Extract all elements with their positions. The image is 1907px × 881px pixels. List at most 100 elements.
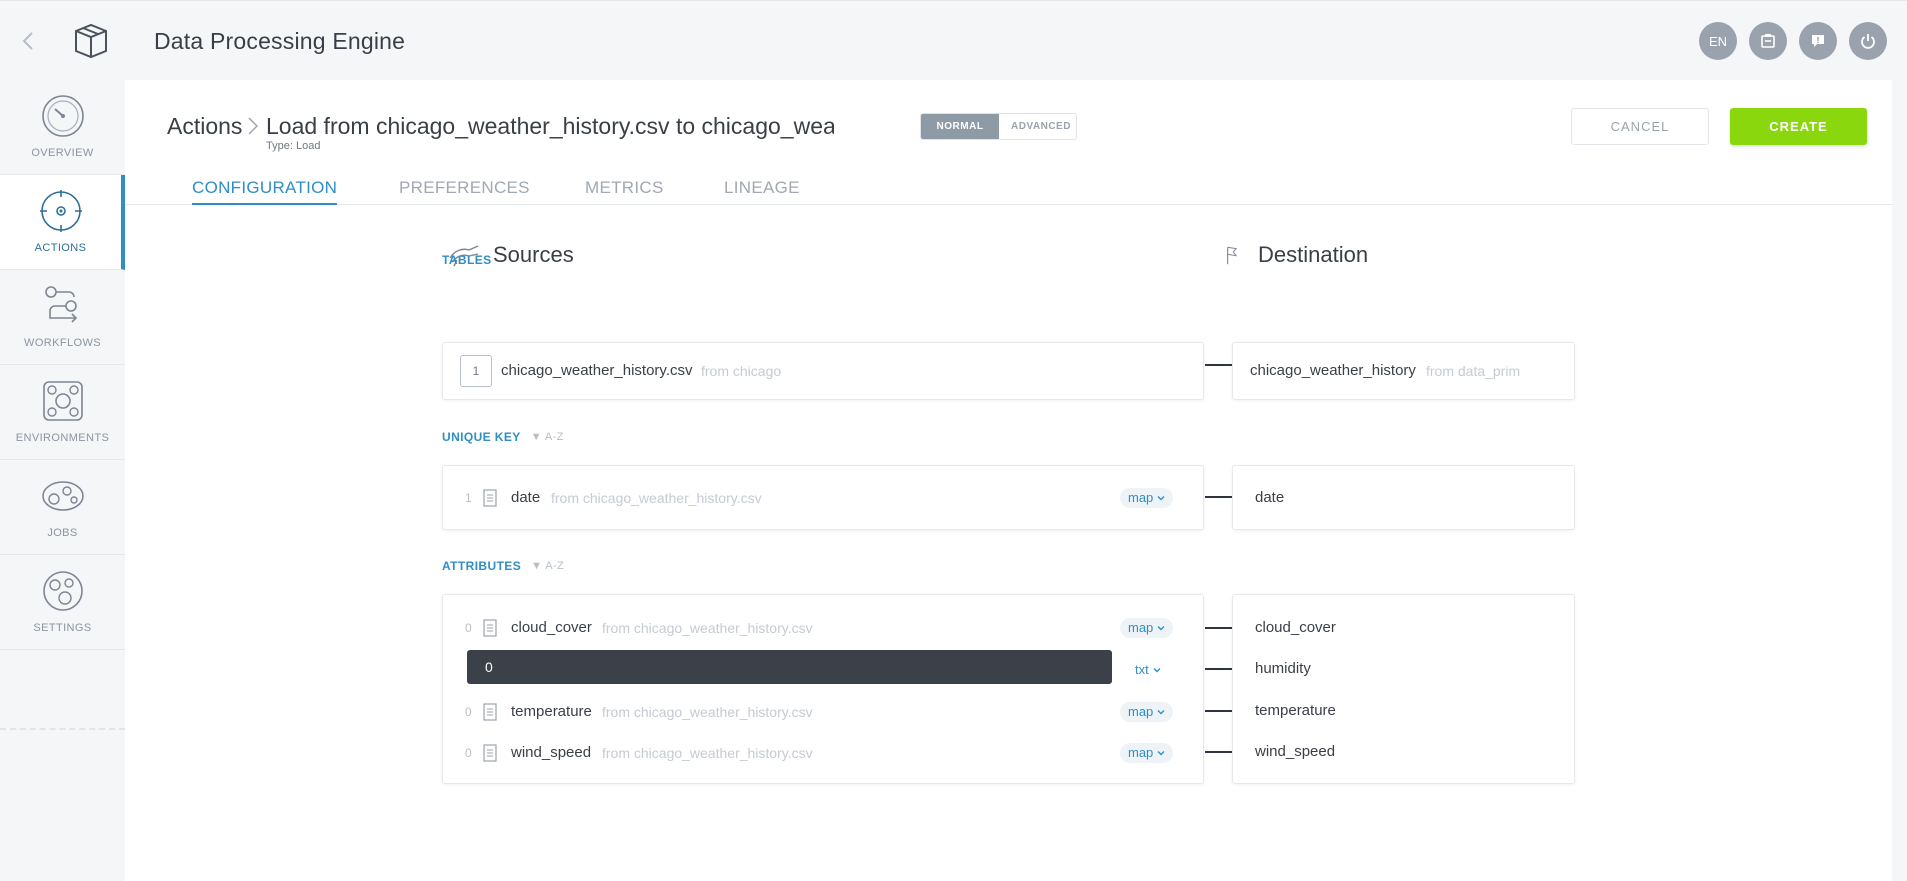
attributes-destination-card: cloud_cover humidity temperature wind_sp… bbox=[1232, 594, 1575, 784]
clipboard-button[interactable] bbox=[1749, 22, 1787, 60]
unique-key-sort[interactable]: ▼ A-Z bbox=[531, 431, 564, 443]
chevron-down-icon bbox=[1157, 626, 1165, 631]
source-table-card[interactable]: 1 chicago_weather_history.csv from chica… bbox=[442, 342, 1204, 400]
nav-label-environments: ENVIRONMENTS bbox=[15, 432, 110, 444]
nav-item-settings[interactable]: SETTINGS bbox=[0, 555, 125, 650]
attribute-mapping-dropdown[interactable]: map bbox=[1120, 743, 1174, 763]
destination-table-from: from data_prim bbox=[1426, 363, 1521, 379]
nav-item-overview[interactable]: OVERVIEW bbox=[0, 80, 125, 175]
attribute-source-from: from chicago_weather_history.csv bbox=[602, 620, 813, 636]
main-panel: Actions Load from chicago_weather_histor… bbox=[125, 80, 1892, 881]
chevron-down-icon bbox=[1153, 668, 1161, 673]
unique-key-number: 1 bbox=[465, 491, 472, 505]
clipboard-icon bbox=[1761, 34, 1775, 48]
attribute-mapping-dropdown[interactable]: map bbox=[1120, 702, 1174, 722]
unique-key-destination-name: date bbox=[1255, 489, 1285, 506]
table-number-badge: 1 bbox=[460, 355, 492, 387]
attribute-connector bbox=[1205, 627, 1233, 629]
attribute-source-name: temperature bbox=[511, 703, 592, 720]
power-button[interactable] bbox=[1849, 22, 1887, 60]
attribute-destination-name: cloud_cover bbox=[1255, 619, 1336, 636]
chevron-down-icon bbox=[1157, 710, 1165, 715]
destination-table-name: chicago_weather_history bbox=[1250, 362, 1416, 379]
flag-icon bbox=[1227, 246, 1238, 265]
nav-label-workflows: WORKFLOWS bbox=[24, 337, 101, 349]
attribute-number: 0 bbox=[465, 705, 472, 719]
attribute-mapping-text: map bbox=[1128, 620, 1154, 635]
document-icon bbox=[483, 489, 497, 507]
attribute-mapping-text: map bbox=[1128, 704, 1154, 719]
attribute-source-from: from chicago_weather_history.csv bbox=[602, 745, 813, 761]
document-icon bbox=[483, 703, 497, 721]
tables-label-text: TABLES bbox=[442, 253, 492, 267]
top-bar: Data Processing Engine EN bbox=[0, 0, 1907, 80]
chevron-down-icon bbox=[1157, 496, 1165, 501]
attribute-mapping-dropdown[interactable]: map bbox=[1120, 618, 1174, 638]
destination-table-card[interactable]: chicago_weather_history from data_prim bbox=[1232, 342, 1575, 400]
nav-item-environments[interactable]: ENVIRONMENTS bbox=[0, 365, 125, 460]
attribute-connector bbox=[1205, 668, 1233, 670]
unique-key-connector bbox=[1205, 496, 1233, 498]
unique-key-source-name: date bbox=[511, 489, 541, 506]
gauge-icon bbox=[41, 95, 84, 137]
unique-key-mapping-dropdown[interactable]: map bbox=[1120, 488, 1174, 508]
sources-title: Sources bbox=[493, 242, 574, 267]
chat-button[interactable] bbox=[1799, 22, 1837, 60]
nav-item-actions[interactable]: ACTIONS bbox=[0, 175, 125, 270]
tab-metrics[interactable]: METRICS bbox=[585, 178, 664, 198]
chevron-down-icon bbox=[1157, 751, 1165, 756]
destination-title: Destination bbox=[1258, 242, 1369, 267]
nav-label-actions: ACTIONS bbox=[34, 242, 87, 254]
flow-icon bbox=[44, 286, 77, 323]
attribute-destination-name: temperature bbox=[1255, 702, 1336, 719]
attribute-destination-name: wind_speed bbox=[1255, 743, 1336, 760]
document-icon bbox=[483, 744, 497, 762]
nav-label-settings: SETTINGS bbox=[33, 622, 92, 634]
attributes-label: ATTRIBUTES ▼ A-Z bbox=[442, 559, 564, 573]
gears-icon bbox=[41, 481, 84, 511]
attribute-mapping-text: txt bbox=[1135, 662, 1149, 677]
box-logo-icon bbox=[70, 21, 112, 61]
attribute-destination-name: humidity bbox=[1255, 660, 1311, 677]
attribute-mapping-text: map bbox=[1128, 745, 1154, 760]
attribute-connector bbox=[1205, 751, 1233, 753]
power-icon bbox=[1861, 34, 1875, 49]
tab-lineage[interactable]: LINEAGE bbox=[724, 178, 800, 198]
attributes-label-text: ATTRIBUTES bbox=[442, 559, 522, 573]
unique-key-mapping-text: map bbox=[1128, 490, 1154, 505]
nav-label-overview: OVERVIEW bbox=[31, 147, 94, 159]
nav-divider bbox=[0, 728, 125, 730]
source-table-name: chicago_weather_history.csv bbox=[501, 362, 693, 379]
tab-configuration[interactable]: CONFIGURATION bbox=[192, 178, 338, 205]
unique-key-label-text: UNIQUE KEY bbox=[442, 430, 521, 444]
attributes-source-card: 0 cloud_cover from chicago_weather_histo… bbox=[442, 594, 1204, 784]
unique-key-sort-text: A-Z bbox=[544, 431, 564, 443]
unique-key-destination-card: date bbox=[1232, 465, 1575, 530]
attributes-sort[interactable]: ▼ A-Z bbox=[531, 560, 564, 572]
tab-bar bbox=[125, 80, 1892, 205]
network-icon bbox=[42, 381, 83, 421]
attributes-sort-text: A-Z bbox=[545, 560, 565, 572]
target-icon bbox=[39, 190, 82, 232]
nav-item-workflows[interactable]: WORKFLOWS bbox=[0, 270, 125, 365]
attribute-number: 0 bbox=[465, 621, 472, 635]
table-connector bbox=[1205, 364, 1233, 366]
attribute-connector bbox=[1205, 710, 1233, 712]
unique-key-label: UNIQUE KEY ▼ A-Z bbox=[442, 430, 564, 444]
tab-preferences[interactable]: PREFERENCES bbox=[399, 178, 530, 198]
tables-label: TABLES bbox=[442, 253, 492, 267]
left-nav: OVERVIEW ACTIONS WORKFLOWS ENVIRONMENTS … bbox=[0, 80, 125, 730]
language-button[interactable]: EN bbox=[1699, 22, 1737, 60]
humidity-constant-input[interactable]: 0 bbox=[467, 650, 1112, 684]
attribute-mapping-dropdown[interactable]: txt bbox=[1127, 660, 1169, 680]
attribute-source-name: cloud_cover bbox=[511, 619, 592, 636]
app-title: Data Processing Engine bbox=[154, 28, 406, 54]
attribute-source-name: wind_speed bbox=[511, 744, 592, 761]
document-icon bbox=[483, 619, 497, 637]
unique-key-source-from: from chicago_weather_history.csv bbox=[551, 490, 762, 506]
attribute-number: 0 bbox=[465, 746, 472, 760]
destination-header: Destination bbox=[1222, 240, 1368, 270]
back-chevron-icon[interactable] bbox=[18, 29, 40, 53]
nav-item-jobs[interactable]: JOBS bbox=[0, 460, 125, 555]
nav-label-jobs: JOBS bbox=[47, 527, 78, 539]
